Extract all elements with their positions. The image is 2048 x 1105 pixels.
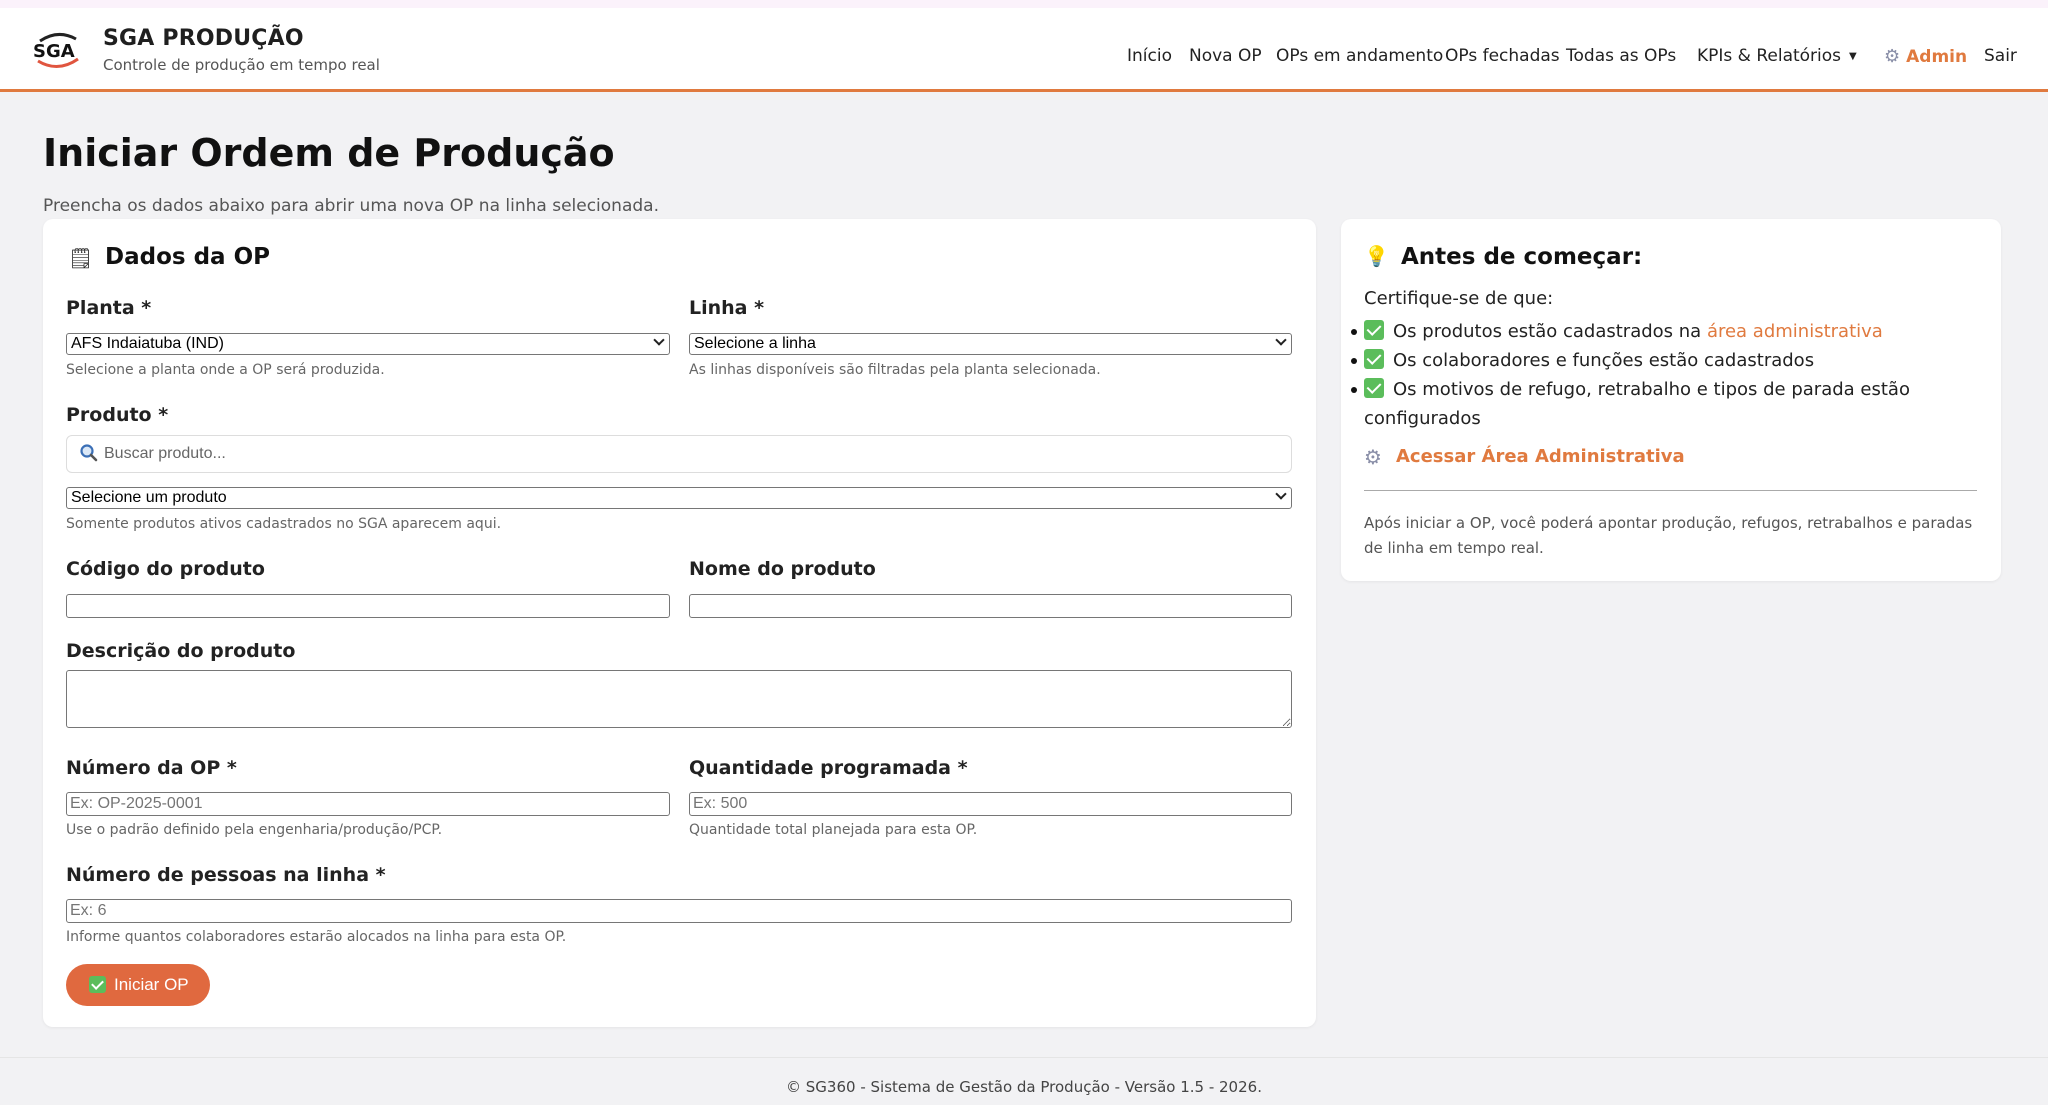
chevron-down-icon: [1275, 488, 1287, 500]
nav-ops-fechadas[interactable]: OPs fechadas: [1445, 46, 1560, 66]
bullet-dot: [1351, 387, 1357, 393]
main-nav: Início Nova OP OPs em andamento OPs fech…: [0, 38, 2048, 78]
lightbulb-icon: 💡: [1364, 244, 1389, 268]
numero-op-label: Número da OP *: [66, 757, 237, 779]
planta-hint: Selecione a planta onde a OP será produz…: [66, 362, 385, 378]
nav-admin[interactable]: ⚙ Admin: [1884, 46, 1967, 67]
check-icon: [89, 976, 106, 993]
quantidade-label: Quantidade programada *: [689, 757, 968, 779]
info-item-1-text: Os produtos estão cadastrados na: [1393, 321, 1707, 342]
planta-label: Planta *: [66, 297, 152, 319]
quantidade-input[interactable]: [689, 792, 1292, 816]
codigo-label: Código do produto: [66, 558, 265, 580]
produto-label: Produto *: [66, 404, 169, 426]
produto-select-value: Selecione um produto: [71, 489, 227, 506]
linha-hint: As linhas disponíveis são filtradas pela…: [689, 362, 1101, 378]
page-subtitle: Preencha os dados abaixo para abrir uma …: [43, 196, 659, 216]
quantidade-hint: Quantidade total planejada para esta OP.: [689, 822, 978, 838]
check-icon: [1364, 378, 1384, 398]
pessoas-label: Número de pessoas na linha *: [66, 864, 386, 886]
chevron-down-icon: [1275, 334, 1287, 346]
nav-todas-ops[interactable]: Todas as OPs: [1566, 46, 1676, 66]
info-item-3-text: Os motivos de refugo, retrabalho e tipos…: [1364, 379, 1910, 429]
nome-label: Nome do produto: [689, 558, 876, 580]
bullet-dot: [1351, 329, 1357, 335]
clipboard-icon: 🗒: [68, 246, 94, 270]
info-item-2-text: Os colaboradores e funções estão cadastr…: [1393, 350, 1815, 371]
info-note: Após iniciar a OP, você poderá apontar p…: [1364, 514, 1973, 557]
produto-search-box[interactable]: [66, 435, 1292, 473]
nav-kpis-dropdown[interactable]: KPIs & Relatórios ▼: [1697, 46, 1857, 66]
nav-inicio[interactable]: Início: [1127, 46, 1172, 66]
footer-text: © SG360 - Sistema de Gestão da Produção …: [786, 1078, 1262, 1096]
form-title: Dados da OP: [105, 244, 270, 270]
linha-label: Linha *: [689, 297, 765, 319]
iniciar-op-button[interactable]: Iniciar OP: [66, 964, 210, 1006]
codigo-input[interactable]: [66, 594, 670, 618]
divider: [1364, 490, 1977, 491]
produto-select[interactable]: Selecione um produto: [66, 487, 1292, 509]
planta-select[interactable]: AFS Indaiatuba (IND): [66, 333, 670, 355]
descricao-textarea[interactable]: [66, 670, 1292, 728]
check-icon: [1364, 349, 1384, 369]
info-card: 💡 Antes de começar: Certifique-se de que…: [1341, 219, 2001, 581]
pessoas-input[interactable]: [66, 899, 1292, 923]
info-title: Antes de começar:: [1401, 244, 1643, 270]
app-header: SGA SGA PRODUÇÃO Controle de produção em…: [0, 8, 2048, 92]
linha-select[interactable]: Selecione a linha: [689, 333, 1292, 355]
page-title: Iniciar Ordem de Produção: [43, 131, 615, 175]
admin-area-inline-link[interactable]: área administrativa: [1707, 321, 1883, 342]
descricao-label: Descrição do produto: [66, 640, 296, 662]
list-item: Os produtos estão cadastrados na área ad…: [1351, 317, 1984, 346]
planta-select-value: AFS Indaiatuba (IND): [71, 335, 224, 352]
nav-kpis-label: KPIs & Relatórios: [1697, 46, 1842, 66]
list-item: Os colaboradores e funções estão cadastr…: [1351, 346, 1984, 375]
bullet-dot: [1351, 358, 1357, 364]
info-checklist: Os produtos estão cadastrados na área ad…: [1351, 317, 1984, 433]
list-item: Os motivos de refugo, retrabalho e tipos…: [1351, 375, 1984, 433]
info-intro: Certifique-se de que:: [1364, 288, 1554, 309]
nav-admin-label: Admin: [1906, 47, 1968, 67]
caret-down-icon: ▼: [1849, 51, 1857, 62]
chevron-down-icon: [653, 334, 665, 346]
nav-nova-op[interactable]: Nova OP: [1189, 46, 1262, 66]
check-icon: [1364, 320, 1384, 340]
top-accent-line: [0, 0, 2048, 8]
nome-input[interactable]: [689, 594, 1292, 618]
footer: © SG360 - Sistema de Gestão da Produção …: [0, 1057, 2048, 1105]
gear-icon: ⚙: [1364, 445, 1382, 469]
produto-search-input[interactable]: [104, 442, 1274, 466]
op-form-card: 🗒 Dados da OP Planta * AFS Indaiatuba (I…: [43, 219, 1316, 1027]
iniciar-op-label: Iniciar OP: [114, 975, 189, 994]
numero-op-input[interactable]: [66, 792, 670, 816]
linha-select-value: Selecione a linha: [694, 335, 816, 352]
numero-op-hint: Use o padrão definido pela engenharia/pr…: [66, 822, 443, 838]
nav-ops-em-andamento[interactable]: OPs em andamento: [1276, 46, 1443, 66]
search-icon: [80, 444, 98, 462]
admin-area-link[interactable]: Acessar Área Administrativa: [1396, 446, 1685, 467]
nav-sair[interactable]: Sair: [1984, 46, 2017, 66]
produto-hint: Somente produtos ativos cadastrados no S…: [66, 516, 502, 532]
gear-icon: ⚙: [1884, 46, 1901, 67]
pessoas-hint: Informe quantos colaboradores estarão al…: [66, 929, 567, 945]
